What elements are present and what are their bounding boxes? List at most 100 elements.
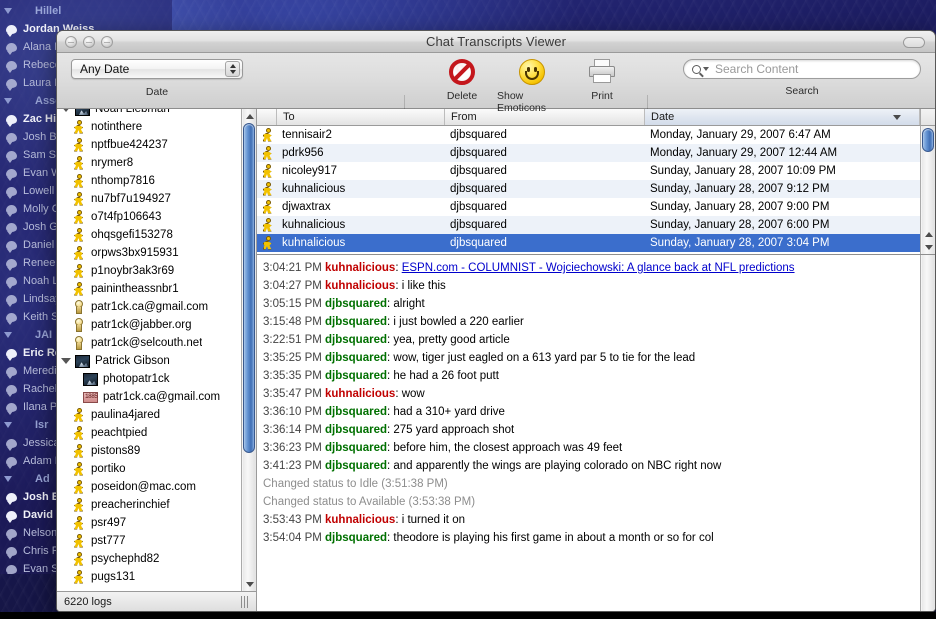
scroll-up-arrow[interactable] [923, 228, 934, 240]
table-row[interactable]: nicoley917 djbsquared Sunday, January 28, … [257, 162, 920, 180]
chat-bubble-icon [6, 276, 17, 289]
column-header-date[interactable]: Date [645, 109, 920, 125]
print-button[interactable]: Print [567, 57, 637, 114]
source-list-item[interactable]: o7t4fp106643 [57, 208, 241, 226]
source-list-item[interactable]: psr497 [57, 514, 241, 532]
right-pane: To From Date tennisair2 djbsquared Monday,… [257, 109, 935, 611]
scrollbar-thumb[interactable] [243, 123, 255, 453]
table-row[interactable]: tennisair2 djbsquared Monday, January 29, … [257, 126, 920, 144]
chat-bubble-icon [6, 366, 17, 379]
source-list-item[interactable]: pistons89 [57, 442, 241, 460]
window-titlebar[interactable]: Chat Transcripts Viewer [57, 31, 935, 53]
table-scrollbar[interactable] [920, 126, 935, 254]
source-list-group[interactable]: Patrick Gibson [57, 352, 241, 370]
disclosure-triangle-icon[interactable] [4, 98, 12, 104]
message-text: i like this [401, 280, 446, 292]
source-list-item[interactable]: paulina4jared [57, 406, 241, 424]
source-list-item[interactable]: nptfbue424237 [57, 136, 241, 154]
source-list-item[interactable]: patr1ck.ca@gmail.com [57, 388, 241, 406]
scrollbar-thumb[interactable] [922, 128, 934, 152]
source-list-item[interactable]: peachtpied [57, 424, 241, 442]
transcript-message: 3:35:25 PM djbsquared: wow, tiger just e… [263, 349, 914, 367]
disclosure-triangle-icon[interactable] [4, 422, 12, 428]
toolbar-divider [647, 95, 648, 109]
source-list-item-label: nptfbue424237 [91, 139, 168, 151]
source-list-item[interactable]: p1noybr3ak3r69 [57, 262, 241, 280]
person-icon [71, 155, 86, 171]
scroll-up-arrow[interactable] [244, 110, 255, 122]
column-header-to[interactable]: To [277, 109, 445, 125]
disclosure-triangle-icon[interactable] [61, 109, 71, 112]
chat-bubble-icon [6, 294, 17, 307]
search-input[interactable]: Search Content [683, 59, 921, 79]
chevron-down-icon[interactable] [703, 67, 709, 71]
source-list-item[interactable]: ohqsgefi153278 [57, 226, 241, 244]
source-list-item[interactable]: psychephd82 [57, 550, 241, 568]
source-list-item-label: Noah Liebman [95, 109, 170, 115]
disclosure-triangle-icon[interactable] [61, 358, 71, 364]
date-filter-popup[interactable]: Any Date [71, 59, 243, 79]
chat-transcripts-viewer-window[interactable]: Chat Transcripts Viewer Any Date Date De… [56, 30, 936, 612]
table-row[interactable]: kuhnalicious djbsquared Sunday, January 28… [257, 216, 920, 234]
table-body[interactable]: tennisair2 djbsquared Monday, January 29, … [257, 126, 920, 254]
source-list-item[interactable]: portiko [57, 460, 241, 478]
source-list-item[interactable]: pst777 [57, 532, 241, 550]
zoom-button[interactable] [101, 35, 113, 48]
chevron-updown-icon[interactable] [225, 61, 240, 77]
close-button[interactable] [65, 35, 77, 48]
table-row[interactable]: kuhnalicious djbsquared Sunday, January 28… [257, 234, 920, 252]
source-list-item[interactable]: photopatr1ck [57, 370, 241, 388]
source-list-item[interactable]: patr1ck.ca@gmail.com [57, 298, 241, 316]
table-row[interactable]: pdrk956 djbsquared Monday, January 29, 200… [257, 144, 920, 162]
transcript-scrollbar[interactable] [920, 255, 935, 611]
person-icon [260, 145, 275, 161]
message-timestamp: 3:04:27 PM [263, 280, 326, 292]
toolbar-toggle-button[interactable] [903, 37, 925, 48]
delete-button[interactable]: Delete [427, 57, 497, 114]
source-list-item[interactable]: patr1ck@selcouth.net [57, 334, 241, 352]
source-list-item-label: preacherinchief [91, 499, 170, 511]
source-list-item[interactable]: nrymer8 [57, 154, 241, 172]
source-list-item[interactable]: notinthere [57, 118, 241, 136]
disclosure-triangle-icon[interactable] [4, 8, 12, 14]
person-icon [71, 263, 86, 279]
source-list-scrollbar[interactable] [241, 109, 256, 591]
scroll-down-arrow[interactable] [244, 578, 255, 590]
source-list-item[interactable]: patr1ck@jabber.org [57, 316, 241, 334]
transcript-message: 3:22:51 PM djbsquared: yea, pretty good … [263, 331, 914, 349]
column-header-from[interactable]: From [445, 109, 645, 125]
scroll-down-arrow[interactable] [923, 241, 934, 253]
resize-grip[interactable] [241, 596, 250, 608]
transcript-message: 3:04:21 PM kuhnalicious: ESPN.com - COLU… [263, 259, 914, 277]
show-emoticons-button[interactable]: Show Emoticons [497, 57, 567, 114]
source-list-item[interactable]: pugs131 [57, 568, 241, 586]
buddy-group-header[interactable]: Hillel [0, 2, 172, 20]
source-list-item[interactable]: painintheassnbr1 [57, 280, 241, 298]
message-sender: djbsquared [325, 442, 387, 454]
person-icon [71, 407, 86, 423]
column-header-icon[interactable] [257, 109, 277, 125]
source-list-item[interactable]: poseidon@mac.com [57, 478, 241, 496]
source-list-item[interactable]: nthomp7816 [57, 172, 241, 190]
minimize-button[interactable] [83, 35, 95, 48]
source-list-item[interactable]: orpws3bx915931 [57, 244, 241, 262]
message-sender: djbsquared [325, 370, 387, 382]
photo-icon [75, 109, 90, 116]
message-timestamp: 3:35:25 PM [263, 352, 326, 364]
message-timestamp: 3:35:47 PM [263, 388, 326, 400]
transcript-message: 3:05:15 PM djbsquared: alright [263, 295, 914, 313]
disclosure-triangle-icon[interactable] [4, 332, 12, 338]
table-row[interactable]: kuhnalicious djbsquared Sunday, January 28… [257, 180, 920, 198]
disclosure-triangle-icon[interactable] [4, 476, 12, 482]
source-list-group[interactable]: Noah Liebman [57, 109, 241, 118]
source-list-item[interactable]: preacherinchief [57, 496, 241, 514]
table-row-icon [257, 217, 277, 233]
source-list-item[interactable]: nu7bf7u194927 [57, 190, 241, 208]
message-link[interactable]: ESPN.com - COLUMNIST - Wojciechowski: A … [402, 262, 795, 274]
window-traffic-lights[interactable] [65, 35, 113, 48]
table-row[interactable]: djwaxtrax djbsquared Sunday, January 28, 2… [257, 198, 920, 216]
source-list[interactable]: Noah Liebman notinthere nptfbue424237 nryme… [57, 109, 241, 591]
message-timestamp: 3:22:51 PM [263, 334, 326, 346]
transcript-message: 3:04:27 PM kuhnalicious: i like this [263, 277, 914, 295]
transcript-content[interactable]: 3:04:21 PM kuhnalicious: ESPN.com - COLU… [257, 255, 920, 611]
